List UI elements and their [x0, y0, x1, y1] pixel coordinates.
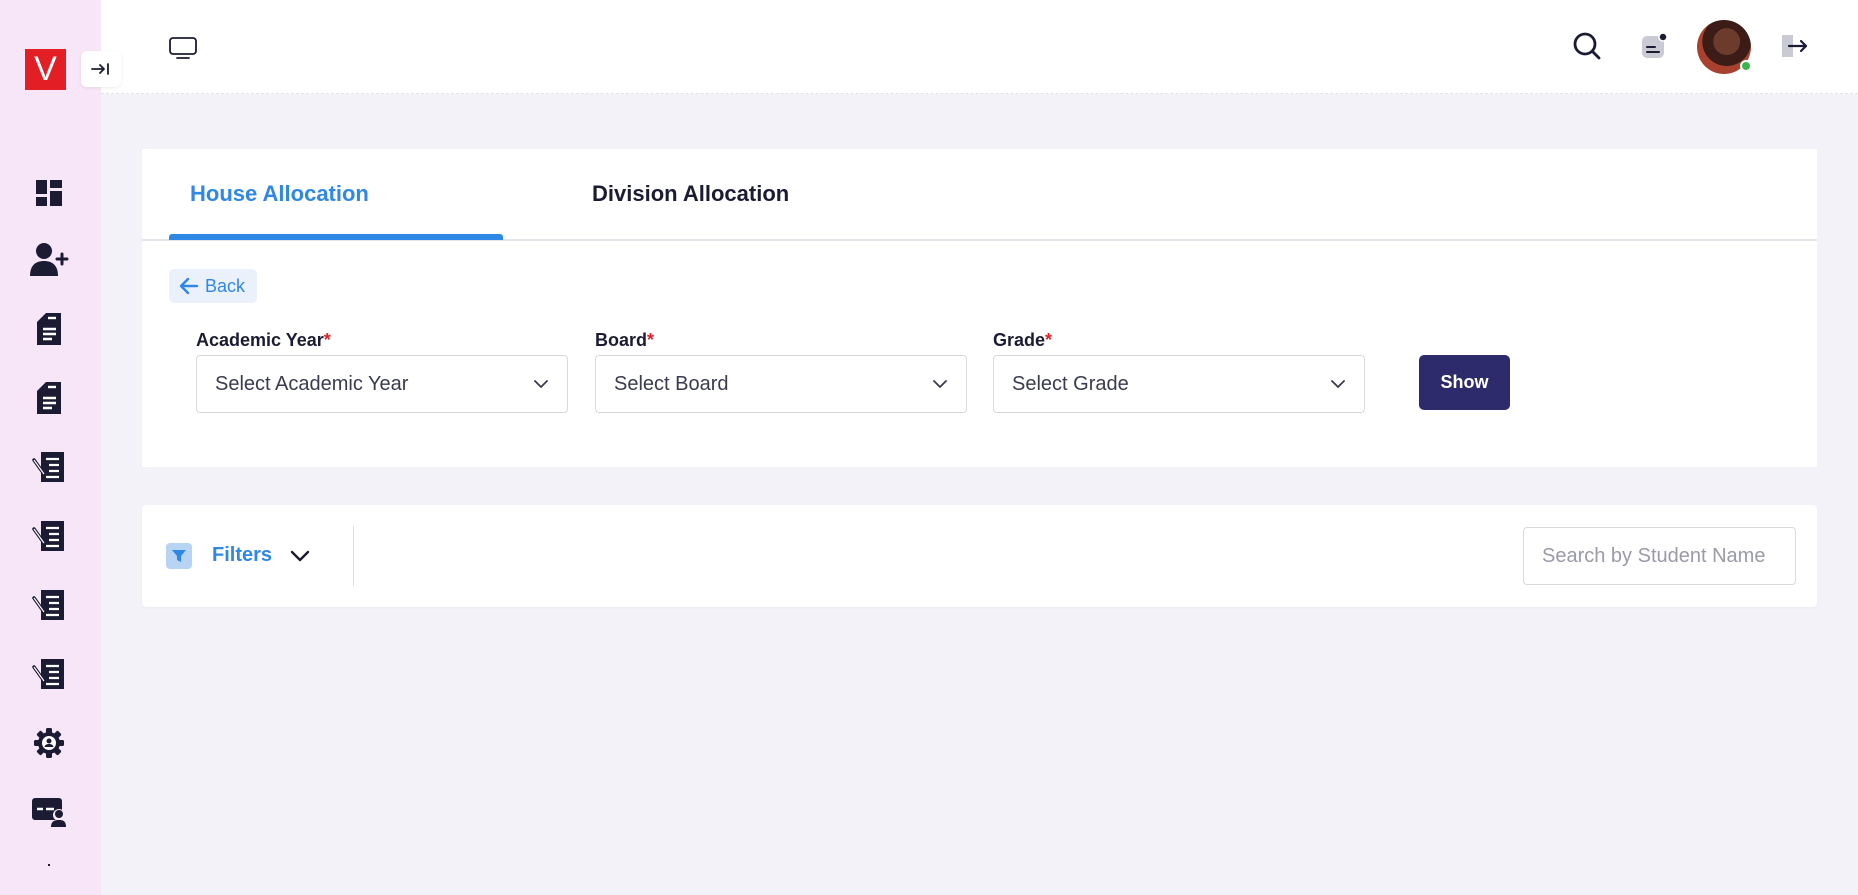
expand-arrow-icon	[91, 63, 109, 75]
search-button[interactable]	[1571, 30, 1603, 62]
active-tab-indicator	[169, 234, 503, 240]
chevron-down-icon	[290, 550, 310, 562]
sidebar-item-edit-documents-1[interactable]	[24, 442, 74, 492]
board-label-text: Board	[595, 330, 648, 350]
notifications-button[interactable]	[1638, 30, 1670, 62]
sidebar-item-edit-documents-2[interactable]	[24, 511, 74, 561]
required-asterisk: *	[647, 330, 655, 350]
logout-button[interactable]	[1778, 30, 1810, 62]
filters-chevron-button[interactable]	[290, 549, 310, 568]
academic-year-label: Academic Year*	[196, 330, 331, 351]
sidebar-scroll-dot	[48, 864, 50, 866]
student-name-search-input[interactable]	[1523, 527, 1796, 585]
tab-house-allocation[interactable]: House Allocation	[190, 181, 369, 207]
required-asterisk: *	[1045, 330, 1053, 350]
chevron-down-icon	[933, 380, 947, 388]
academic-year-value: Select Academic Year	[215, 372, 409, 395]
search-icon	[1573, 32, 1601, 60]
tab-division-allocation[interactable]: Division Allocation	[592, 181, 789, 207]
top-header	[101, 0, 1858, 94]
sidebar-item-edit-documents-4[interactable]	[24, 649, 74, 699]
filters-toggle[interactable]: Filters	[212, 544, 272, 567]
grade-value: Select Grade	[1012, 372, 1129, 395]
settings-gear-icon	[34, 728, 64, 758]
allocation-tabs: House Allocation Division Allocation	[142, 149, 1817, 241]
required-asterisk: *	[323, 330, 331, 350]
chevron-down-icon	[534, 380, 548, 388]
document-icon	[37, 382, 61, 414]
academic-year-select[interactable]: Select Academic Year	[196, 355, 568, 413]
monitor-icon	[169, 37, 197, 59]
grade-label-text: Grade	[993, 330, 1046, 350]
arrow-left-icon	[179, 277, 199, 295]
id-card-icon	[32, 798, 66, 827]
app-logo[interactable]: V	[25, 49, 66, 90]
edit-document-icon	[32, 659, 64, 689]
edit-document-icon	[32, 452, 64, 482]
filter-bar: Filters	[142, 505, 1817, 607]
filter-funnel-icon	[166, 543, 192, 569]
allocation-card: House Allocation Division Allocation Bac…	[142, 149, 1817, 467]
board-label: Board*	[595, 330, 654, 351]
filter-divider	[353, 526, 354, 586]
edit-document-icon	[32, 590, 64, 620]
sidebar-item-id-card[interactable]	[24, 787, 74, 837]
academic-year-label-text: Academic Year	[196, 330, 324, 350]
sidebar-item-dashboard[interactable]	[24, 168, 74, 218]
board-select[interactable]: Select Board	[595, 355, 967, 413]
user-avatar[interactable]	[1697, 20, 1752, 74]
add-user-icon	[30, 243, 69, 276]
sidebar-collapse-button[interactable]	[81, 51, 121, 87]
edit-document-icon	[32, 521, 64, 551]
grade-label: Grade*	[993, 330, 1052, 351]
sidebar-item-add-user[interactable]	[24, 235, 74, 285]
chevron-down-icon	[1331, 380, 1345, 388]
message-notification-icon	[1642, 32, 1668, 58]
screen-mode-button[interactable]	[168, 35, 198, 61]
sidebar-item-settings[interactable]	[24, 718, 74, 768]
back-button[interactable]: Back	[169, 269, 258, 303]
sidebar: V	[0, 0, 121, 895]
sidebar-item-documents-1[interactable]	[24, 304, 74, 354]
board-value: Select Board	[614, 372, 729, 395]
grade-select[interactable]: Select Grade	[993, 355, 1365, 413]
online-status-indicator	[1740, 60, 1752, 72]
dashboard-icon	[36, 180, 62, 206]
back-label: Back	[205, 275, 246, 296]
logout-icon	[1782, 35, 1808, 57]
sidebar-item-documents-2[interactable]	[24, 373, 74, 423]
show-button[interactable]: Show	[1419, 355, 1510, 410]
sidebar-item-edit-documents-3[interactable]	[24, 580, 74, 630]
document-icon	[37, 313, 61, 345]
